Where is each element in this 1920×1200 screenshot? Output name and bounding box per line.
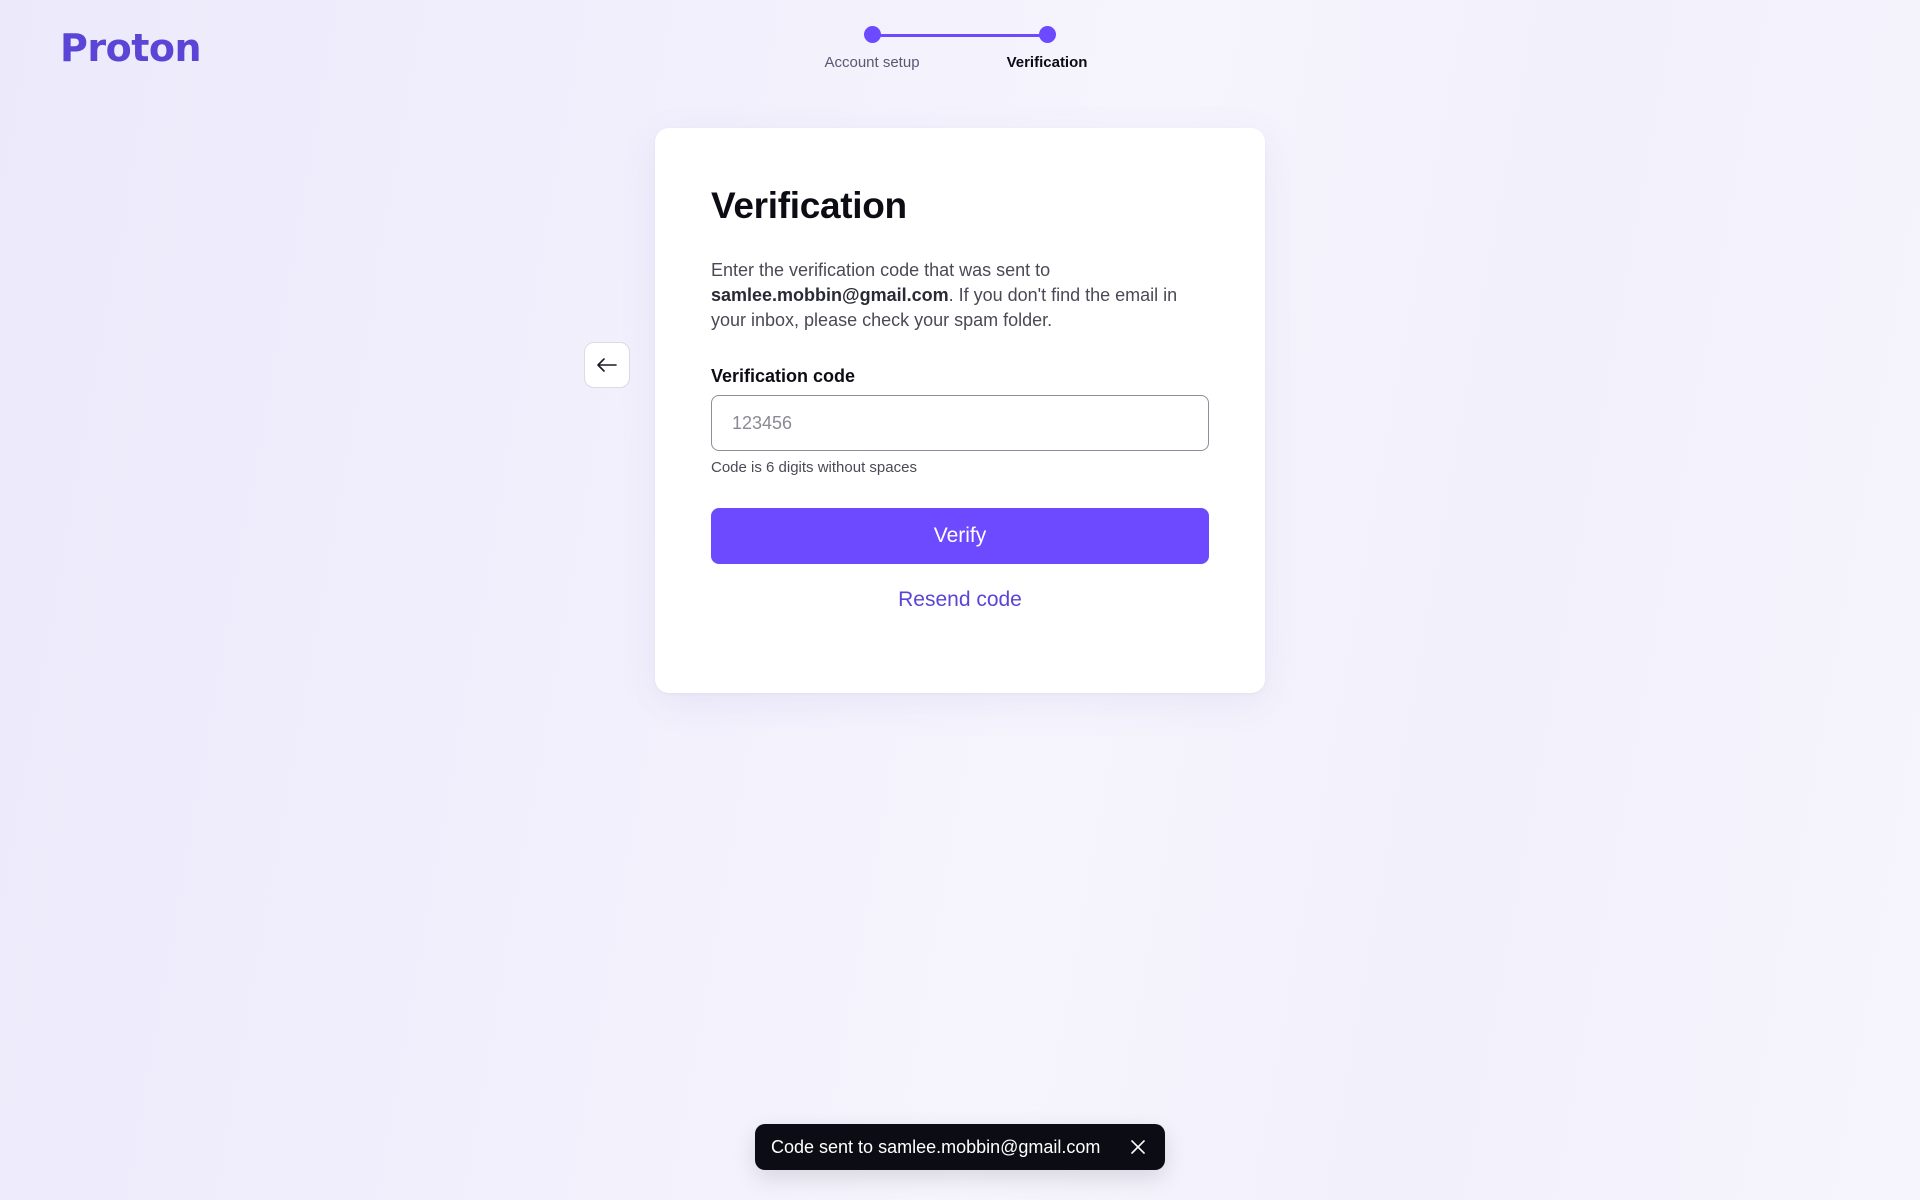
verify-button[interactable]: Verify <box>711 508 1209 564</box>
proton-logo[interactable]: Proton <box>60 26 202 70</box>
close-icon <box>1131 1140 1145 1154</box>
page-title: Verification <box>711 185 907 226</box>
verification-code-label: Verification code <box>711 366 856 386</box>
step-dot-verification <box>1039 26 1056 43</box>
code-hint: Code is 6 digits without spaces <box>711 459 917 476</box>
stepper-line <box>880 34 1040 37</box>
step-dot-account-setup <box>864 26 881 43</box>
resend-code-link[interactable]: Resend code <box>711 588 1209 612</box>
step-label-verification: Verification <box>1006 54 1088 71</box>
step-label-account-setup: Account setup <box>824 54 920 71</box>
recipient-email: samlee.mobbin@gmail.com <box>711 285 949 305</box>
verification-description: Enter the verification code that was sen… <box>711 258 1209 333</box>
description-prefix: Enter the verification code that was sen… <box>711 260 1051 280</box>
verification-card: Verification Enter the verification code… <box>655 128 1265 693</box>
verification-code-input[interactable] <box>711 395 1209 451</box>
progress-stepper: Account setup Verification <box>800 26 1100 76</box>
notification-toast: Code sent to samlee.mobbin@gmail.com <box>755 1124 1165 1170</box>
toast-message: Code sent to samlee.mobbin@gmail.com <box>771 1136 1101 1157</box>
back-button[interactable] <box>584 342 630 388</box>
toast-close-button[interactable] <box>1127 1136 1149 1158</box>
arrow-left-icon <box>597 358 617 372</box>
